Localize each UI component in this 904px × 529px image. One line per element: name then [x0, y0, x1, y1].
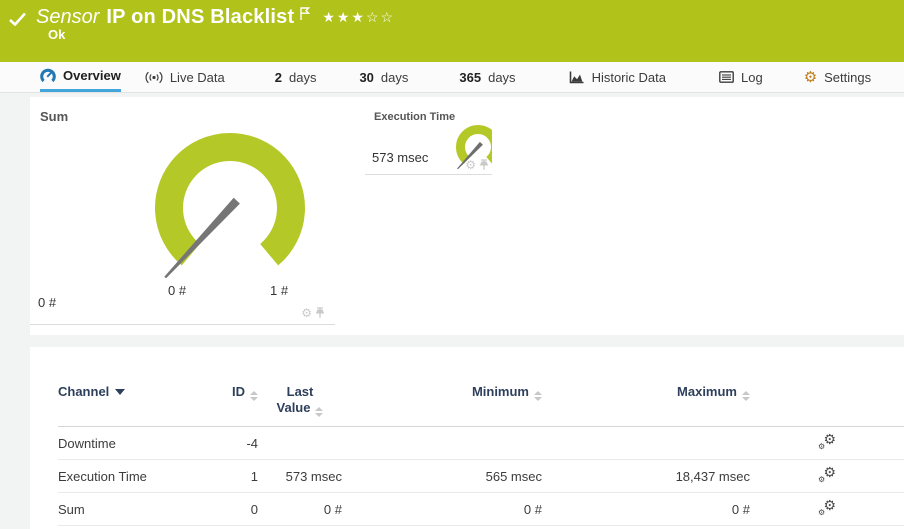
tab-overview[interactable]: Overview [40, 62, 121, 92]
tab-log[interactable]: Log [719, 62, 763, 92]
tab-live-data[interactable]: Live Data [145, 62, 225, 92]
column-header-maximum[interactable]: Maximum [542, 347, 750, 427]
table-header-row: Channel ID Last Value Minimum Maximum [58, 347, 904, 427]
pin-icon[interactable] [315, 307, 325, 319]
column-header-value-label: Value [276, 400, 311, 415]
flag-icon[interactable] [299, 7, 311, 21]
tab-365-days[interactable]: 365 days [459, 62, 515, 92]
column-header-id[interactable]: ID [210, 347, 258, 427]
channel-settings-gears-icon[interactable]: ⚙ ⚙ [818, 465, 836, 484]
column-header-maximum-label: Maximum [677, 384, 737, 399]
tab-settings[interactable]: ⚙ Settings [804, 62, 871, 92]
tab-2-days[interactable]: 2 days [275, 62, 317, 92]
ok-check-icon [9, 12, 26, 26]
column-header-minimum-label: Minimum [471, 384, 529, 399]
channel-minimum: 0 # [342, 492, 542, 526]
column-header-id-label: ID [232, 384, 245, 399]
sort-arrows-icon[interactable] [315, 407, 324, 417]
channel-maximum: 18,437 msec [542, 459, 750, 493]
channels-table: Channel ID Last Value Minimum Maximum Do… [58, 347, 904, 526]
log-list-icon [719, 71, 734, 83]
priority-stars[interactable]: ★★★☆☆ [322, 9, 395, 26]
column-header-last-label: Last [286, 384, 314, 399]
sum-gauge-max-label: 1 # [270, 283, 289, 298]
gear-icon: ⚙ [803, 68, 818, 86]
channel-settings-gears-icon[interactable]: ⚙ ⚙ [818, 432, 836, 451]
sort-arrows-icon[interactable] [742, 391, 750, 401]
channel-id: 0 [210, 492, 258, 526]
sensor-tab-bar: Overview Live Data 2 days 30 days 365 da… [0, 62, 904, 93]
gear-icon[interactable]: ⚙ [301, 307, 312, 319]
channel-maximum: 0 # [542, 492, 750, 526]
table-row-downtime: Downtime -4 ⚙ ⚙ [58, 426, 904, 460]
sensor-status-banner: Sensor IP on DNS Blacklist ★★★☆☆ Ok [0, 0, 904, 62]
channel-name: Downtime [58, 426, 210, 460]
tab-historic-data-label: Historic Data [591, 69, 666, 85]
pin-icon[interactable] [479, 159, 489, 171]
tab-30-days[interactable]: 30 days [359, 62, 408, 92]
channel-id: 1 [210, 459, 258, 493]
sort-caret-down-icon [115, 389, 126, 395]
column-header-last-value[interactable]: Last Value [258, 347, 342, 427]
sort-arrows-icon[interactable] [534, 391, 542, 401]
execution-time-gauge-tile: Execution Time 573 msec ⚙ [365, 97, 492, 175]
tab-log-label: Log [740, 69, 763, 85]
status-text: Ok [48, 27, 66, 42]
table-row-sum: Sum 0 0 # 0 # 0 # ⚙ ⚙ [58, 492, 904, 526]
tab-30-days-number: 30 [359, 69, 374, 85]
column-header-channel[interactable]: Channel [58, 347, 210, 427]
channel-id: -4 [210, 426, 258, 460]
channel-minimum: 565 msec [342, 459, 542, 493]
channel-settings-gears-icon[interactable]: ⚙ ⚙ [818, 498, 836, 517]
tab-30-days-unit: days [380, 69, 409, 85]
tab-365-days-unit: days [488, 69, 516, 85]
tab-overview-label: Overview [63, 68, 121, 83]
sum-current-value: 0 # [38, 295, 57, 310]
channel-last-value [258, 426, 342, 460]
sort-arrows-icon[interactable] [250, 391, 258, 401]
column-header-settings [750, 347, 904, 427]
channel-last-value: 0 # [258, 492, 342, 526]
overview-page: Sum 0 # 1 # 0 # ⚙ Execution Time 573 mse… [0, 93, 904, 529]
tab-historic-data[interactable]: Historic Data [569, 62, 666, 92]
sensor-name: IP on DNS Blacklist [106, 6, 295, 28]
tab-live-data-label: Live Data [169, 69, 225, 85]
gauges-panel: Sum 0 # 1 # 0 # ⚙ Execution Time 573 mse… [30, 97, 904, 335]
sum-gauge-tile: Sum 0 # 1 # 0 # ⚙ [30, 97, 335, 325]
column-header-minimum[interactable]: Minimum [342, 347, 542, 427]
channel-name: Sum [58, 492, 210, 526]
channel-last-value: 573 msec [258, 459, 342, 493]
area-chart-icon [569, 71, 584, 83]
sensor-kind-label: Sensor [36, 6, 100, 28]
execution-time-current-value: 573 msec [372, 150, 429, 165]
tab-365-days-number: 365 [459, 69, 482, 85]
sum-gauge-min-label: 0 # [168, 283, 187, 298]
table-row-execution-time: Execution Time 1 573 msec 565 msec 18,43… [58, 459, 904, 493]
tab-settings-label: Settings [824, 69, 872, 85]
tab-2-days-unit: days [288, 69, 317, 85]
gear-icon[interactable]: ⚙ [465, 159, 476, 171]
channels-table-panel: Channel ID Last Value Minimum Maximum Do… [30, 347, 904, 529]
channel-name: Execution Time [58, 459, 210, 493]
tab-2-days-number: 2 [274, 69, 282, 85]
gauge-icon [40, 68, 56, 83]
channel-minimum [342, 426, 542, 460]
column-header-channel-label: Channel [58, 384, 110, 399]
live-broadcast-icon [145, 71, 163, 83]
channel-maximum [542, 426, 750, 460]
